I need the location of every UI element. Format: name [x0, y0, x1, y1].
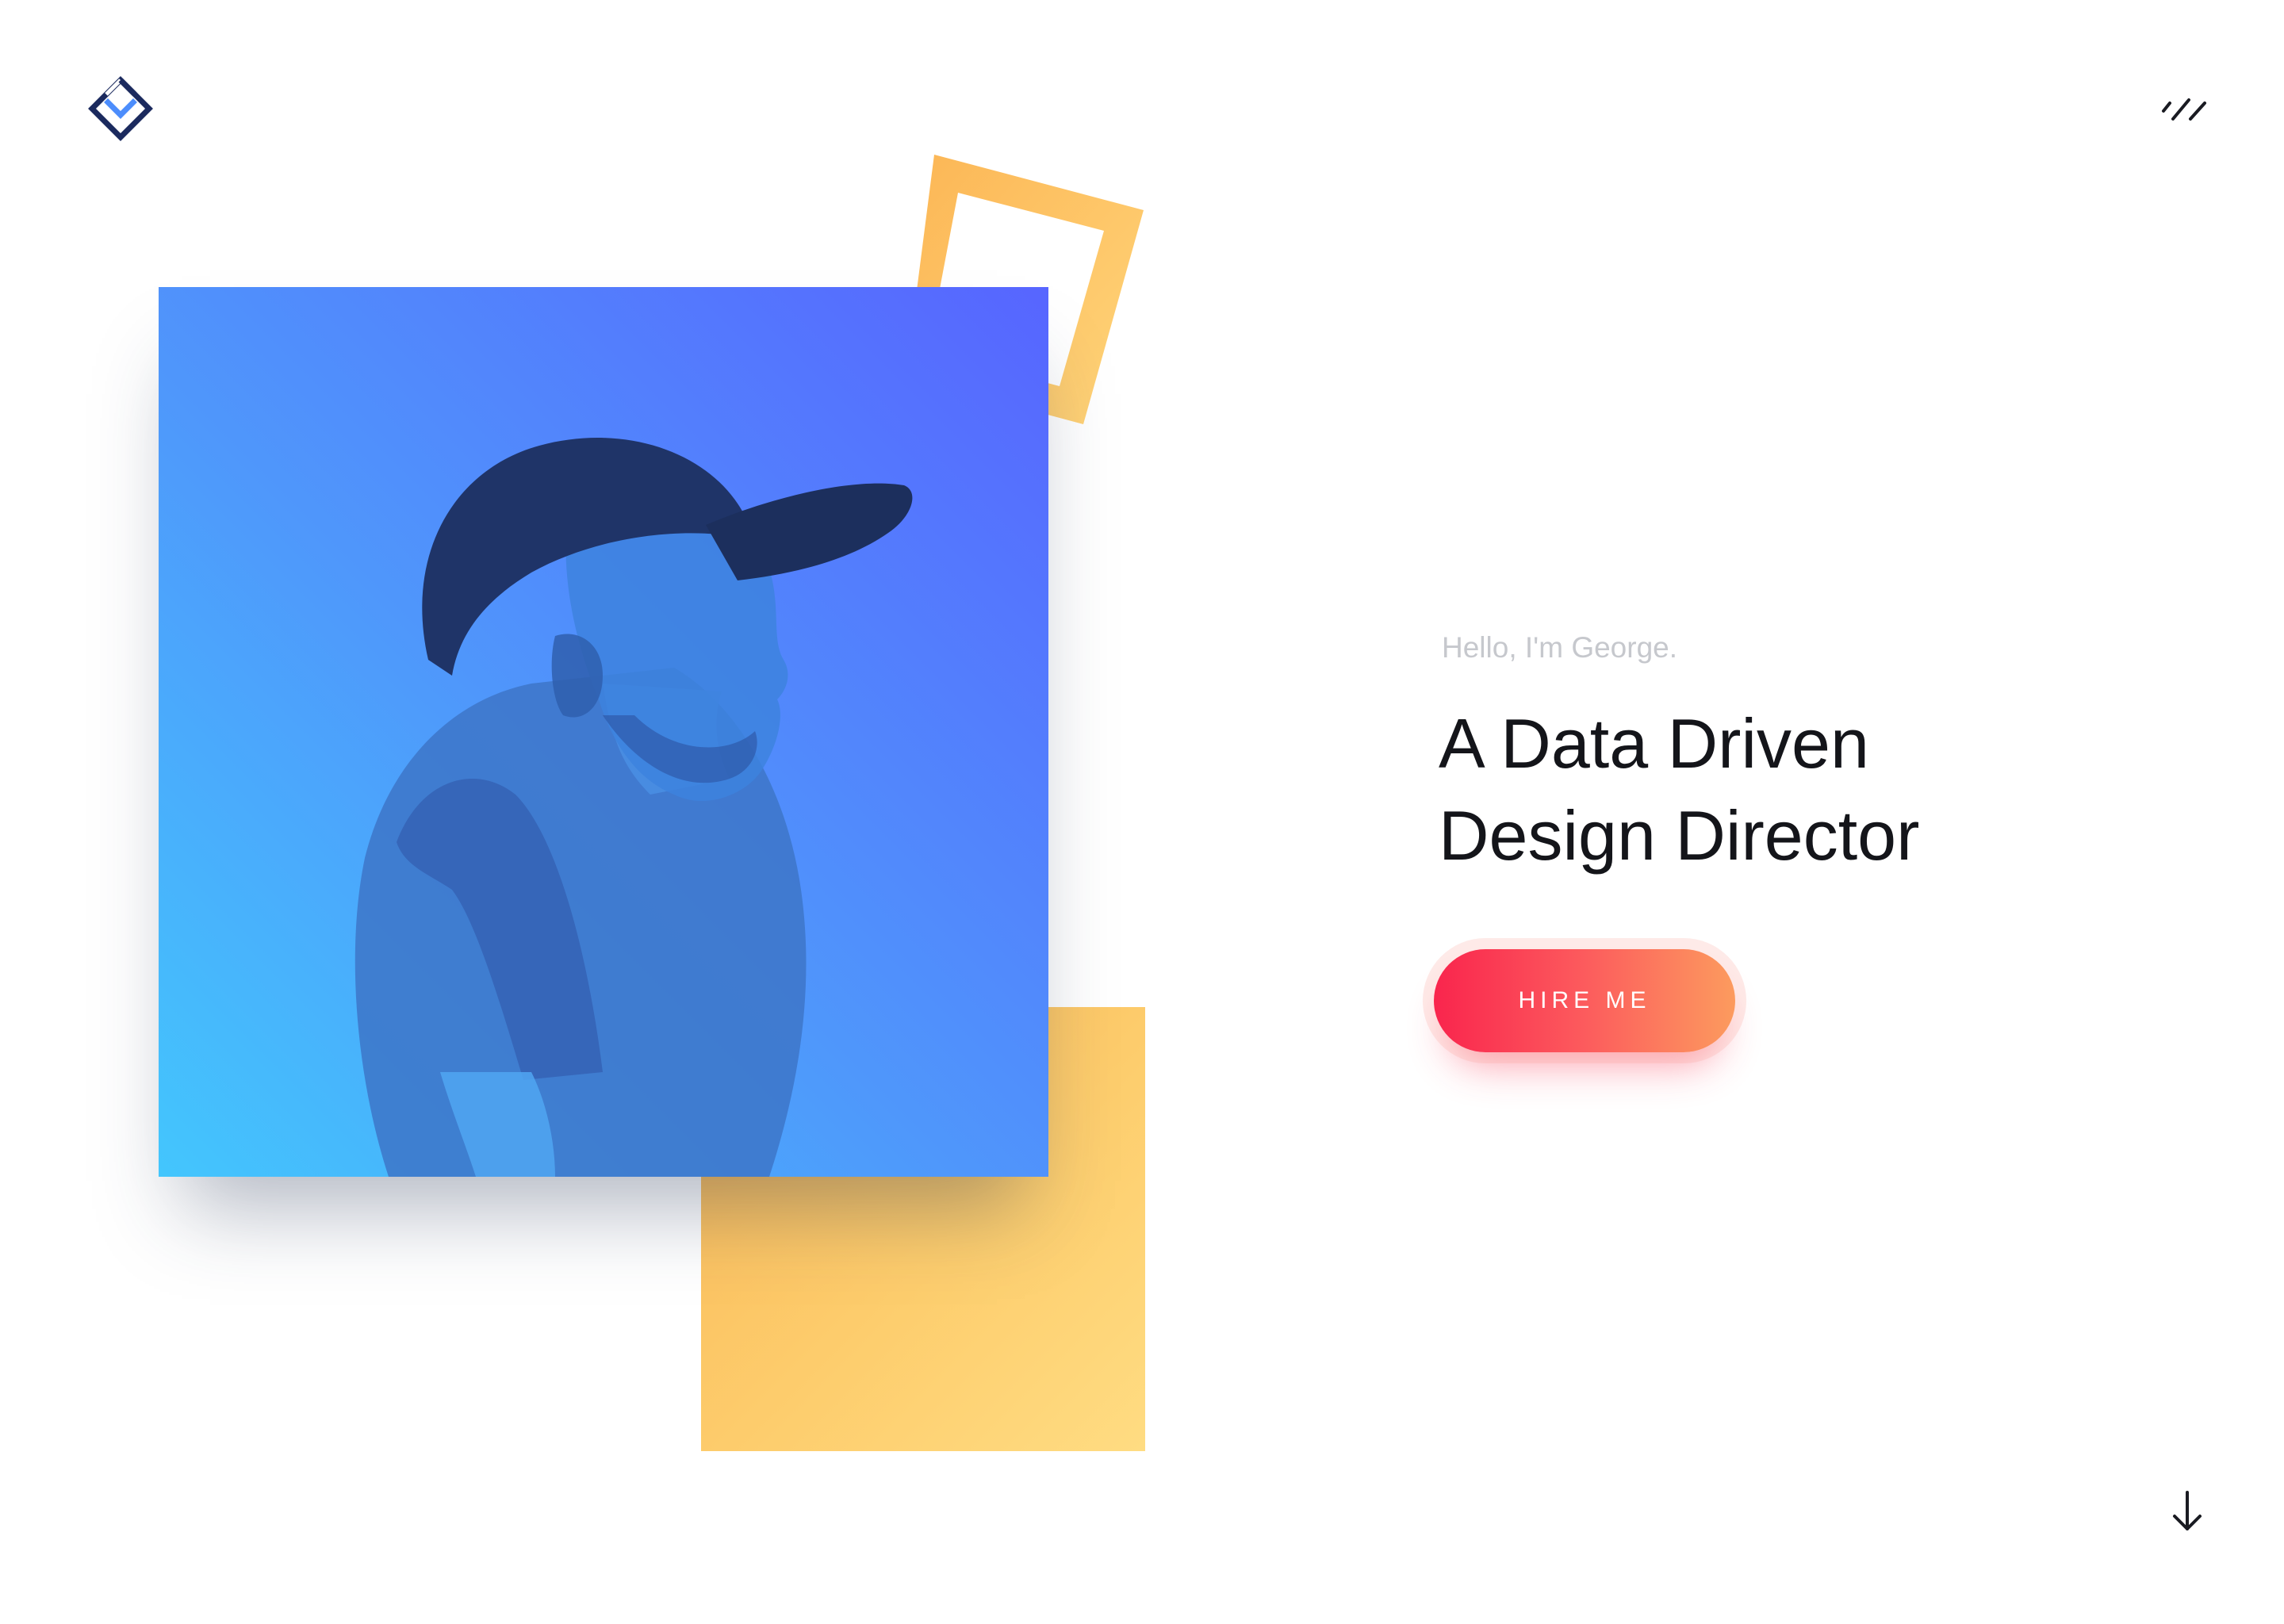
- hire-me-button[interactable]: HIRE ME: [1434, 949, 1735, 1052]
- greeting-text: Hello, I'm George.: [1442, 631, 1678, 664]
- slash-menu-icon: [2162, 98, 2206, 121]
- page-title: A Data Driven Design Director: [1439, 698, 1919, 882]
- headline-line-1: A Data Driven: [1439, 704, 1869, 783]
- menu-button[interactable]: [2159, 94, 2209, 125]
- scroll-down-button[interactable]: [2170, 1489, 2205, 1534]
- brand-logo[interactable]: [87, 75, 154, 142]
- diamond-logo-icon: [88, 76, 153, 141]
- profile-portrait-image: [354, 438, 913, 1177]
- profile-portrait: [159, 287, 1048, 1177]
- headline-line-2: Design Director: [1439, 796, 1920, 875]
- arrow-down-icon: [2173, 1491, 2202, 1530]
